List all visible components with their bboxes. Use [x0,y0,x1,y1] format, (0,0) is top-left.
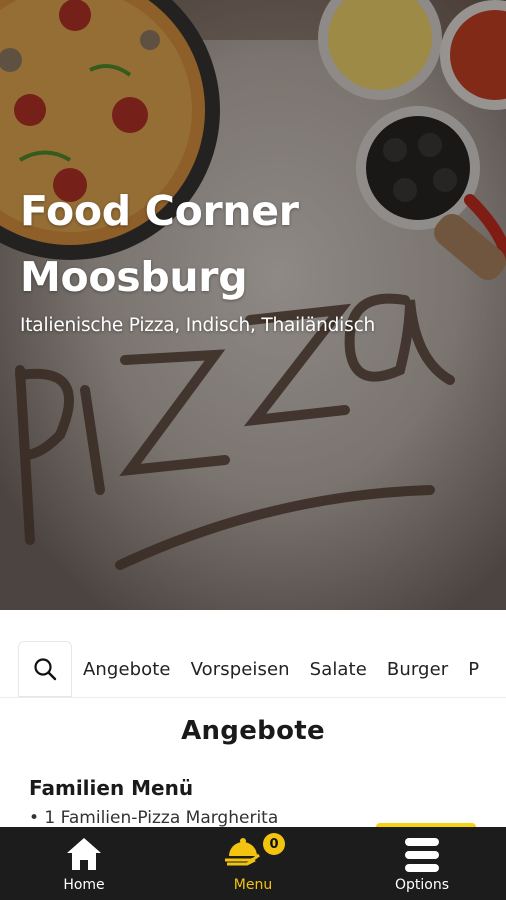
restaurant-cuisines: Italienische Pizza, Indisch, Thailändisc… [20,315,376,336]
nav-menu[interactable]: 0 Menu [169,827,337,900]
category-tab-burger[interactable]: Burger [387,659,448,680]
nav-home[interactable]: Home [0,827,168,900]
nav-menu-label: Menu [233,877,273,893]
hero-banner: Food Corner Moosburg Italienische Pizza,… [0,0,506,610]
category-bar: Angebote Vorspeisen Salate Burger P [0,640,506,698]
nav-options-label: Options [394,877,450,893]
nav-options[interactable]: Options [338,827,506,900]
menu-item-description: • 1 Familien-Pizza Margherita [29,808,279,828]
category-tab-vorspeisen[interactable]: Vorspeisen [191,659,290,680]
cart-count-badge: 0 [263,833,285,855]
menu-cloche-icon [224,838,260,866]
home-icon [67,838,101,870]
category-tab-salate[interactable]: Salate [310,659,367,680]
search-button[interactable] [18,641,72,697]
nav-home-label: Home [63,877,105,893]
category-tab-angebote[interactable]: Angebote [83,659,171,680]
options-bars-icon [405,838,439,872]
category-tab-partial[interactable]: P [468,659,479,680]
restaurant-name: Food Corner Moosburg [20,187,299,301]
category-tabs: Angebote Vorspeisen Salate Burger P [83,640,499,697]
search-icon [34,658,57,681]
bottom-navigation: Home 0 Menu Options [0,827,506,900]
menu-item-name[interactable]: Familien Menü [29,776,193,800]
section-title: Angebote [181,716,325,746]
